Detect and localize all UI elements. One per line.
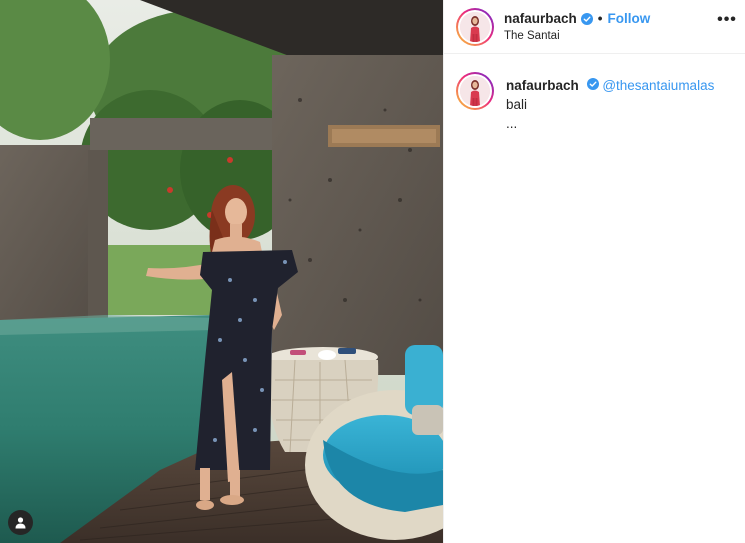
- verified-badge-icon: [580, 12, 593, 25]
- caption-text: bali: [506, 97, 528, 112]
- user-tag-icon: [15, 517, 26, 529]
- avatar[interactable]: [456, 7, 494, 46]
- post-side-panel: nafaurbach • Follow The Santai ••• nafau…: [443, 0, 745, 543]
- caption-verified-badge-icon: [586, 78, 599, 90]
- caption-comment: nafaurbach @thesantaiumalas bali ...: [444, 54, 745, 133]
- caption-ellipsis[interactable]: ...: [506, 116, 517, 131]
- avatar-image: [460, 11, 490, 42]
- caption-avatar-image: [460, 76, 490, 106]
- caption-username[interactable]: nafaurbach: [506, 78, 579, 93]
- post-image: [0, 0, 443, 543]
- post-photo[interactable]: [0, 0, 443, 543]
- caption-body: nafaurbach @thesantaiumalas bali ...: [506, 76, 733, 133]
- post-username[interactable]: nafaurbach: [504, 11, 577, 26]
- post-location[interactable]: The Santai: [504, 30, 650, 42]
- separator-dot: •: [597, 11, 603, 26]
- caption-avatar[interactable]: [456, 72, 494, 110]
- user-tag-button[interactable]: [8, 510, 33, 535]
- follow-button[interactable]: Follow: [608, 11, 651, 26]
- caption-mention-link[interactable]: @thesantaiumalas: [602, 78, 714, 93]
- more-options-icon[interactable]: •••: [715, 10, 739, 30]
- post-header: nafaurbach • Follow The Santai •••: [444, 0, 745, 54]
